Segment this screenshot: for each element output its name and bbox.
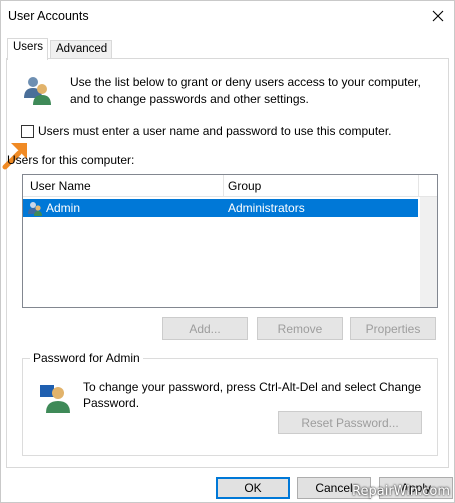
user-accounts-dialog: User Accounts Users Advanced Use the lis… xyxy=(0,0,455,503)
users-tab-panel: Use the list below to grant or deny user… xyxy=(2,58,449,468)
user-icon xyxy=(28,202,42,216)
title-bar: User Accounts xyxy=(1,1,454,31)
tab-advanced-label: Advanced xyxy=(56,43,108,55)
intro-text: Use the list below to grant or deny user… xyxy=(70,75,421,106)
list-scrollbar[interactable] xyxy=(420,197,437,307)
column-header-username[interactable]: User Name xyxy=(30,179,91,193)
password-instructions: To change your password, press Ctrl-Alt-… xyxy=(83,380,422,410)
properties-button[interactable]: Properties xyxy=(350,317,436,340)
users-list[interactable]: User Name Group Admin Administrators xyxy=(22,174,438,308)
remove-user-button[interactable]: Remove xyxy=(257,317,343,340)
table-row[interactable]: Admin Administrators xyxy=(23,199,418,217)
add-user-button[interactable]: Add... xyxy=(162,317,248,340)
require-login-checkbox[interactable] xyxy=(21,125,34,138)
cell-group: Administrators xyxy=(228,201,305,215)
reset-password-button[interactable]: Reset Password... xyxy=(278,411,422,434)
ok-button[interactable]: OK xyxy=(216,477,290,499)
users-list-caption: Users for this computer: xyxy=(7,153,135,167)
column-divider[interactable] xyxy=(223,175,224,197)
watermark: RepairWin.com xyxy=(352,484,450,499)
tab-advanced[interactable]: Advanced xyxy=(50,40,112,59)
window-title: User Accounts xyxy=(8,9,89,23)
tab-users[interactable]: Users xyxy=(7,38,48,60)
close-icon xyxy=(432,10,444,22)
column-divider[interactable] xyxy=(418,175,419,197)
column-header-group[interactable]: Group xyxy=(228,179,261,193)
users-list-header: User Name Group xyxy=(23,175,437,197)
users-icon xyxy=(24,77,51,105)
tab-users-label: Users xyxy=(13,41,44,53)
require-login-label[interactable]: Users must enter a user name and passwor… xyxy=(38,124,392,138)
cell-username: Admin xyxy=(46,201,81,215)
password-groupbox: Password for Admin To change your passwo… xyxy=(22,351,438,456)
close-button[interactable] xyxy=(426,4,450,28)
password-group-legend: Password for Admin xyxy=(30,351,143,365)
user-key-icon xyxy=(40,385,70,413)
